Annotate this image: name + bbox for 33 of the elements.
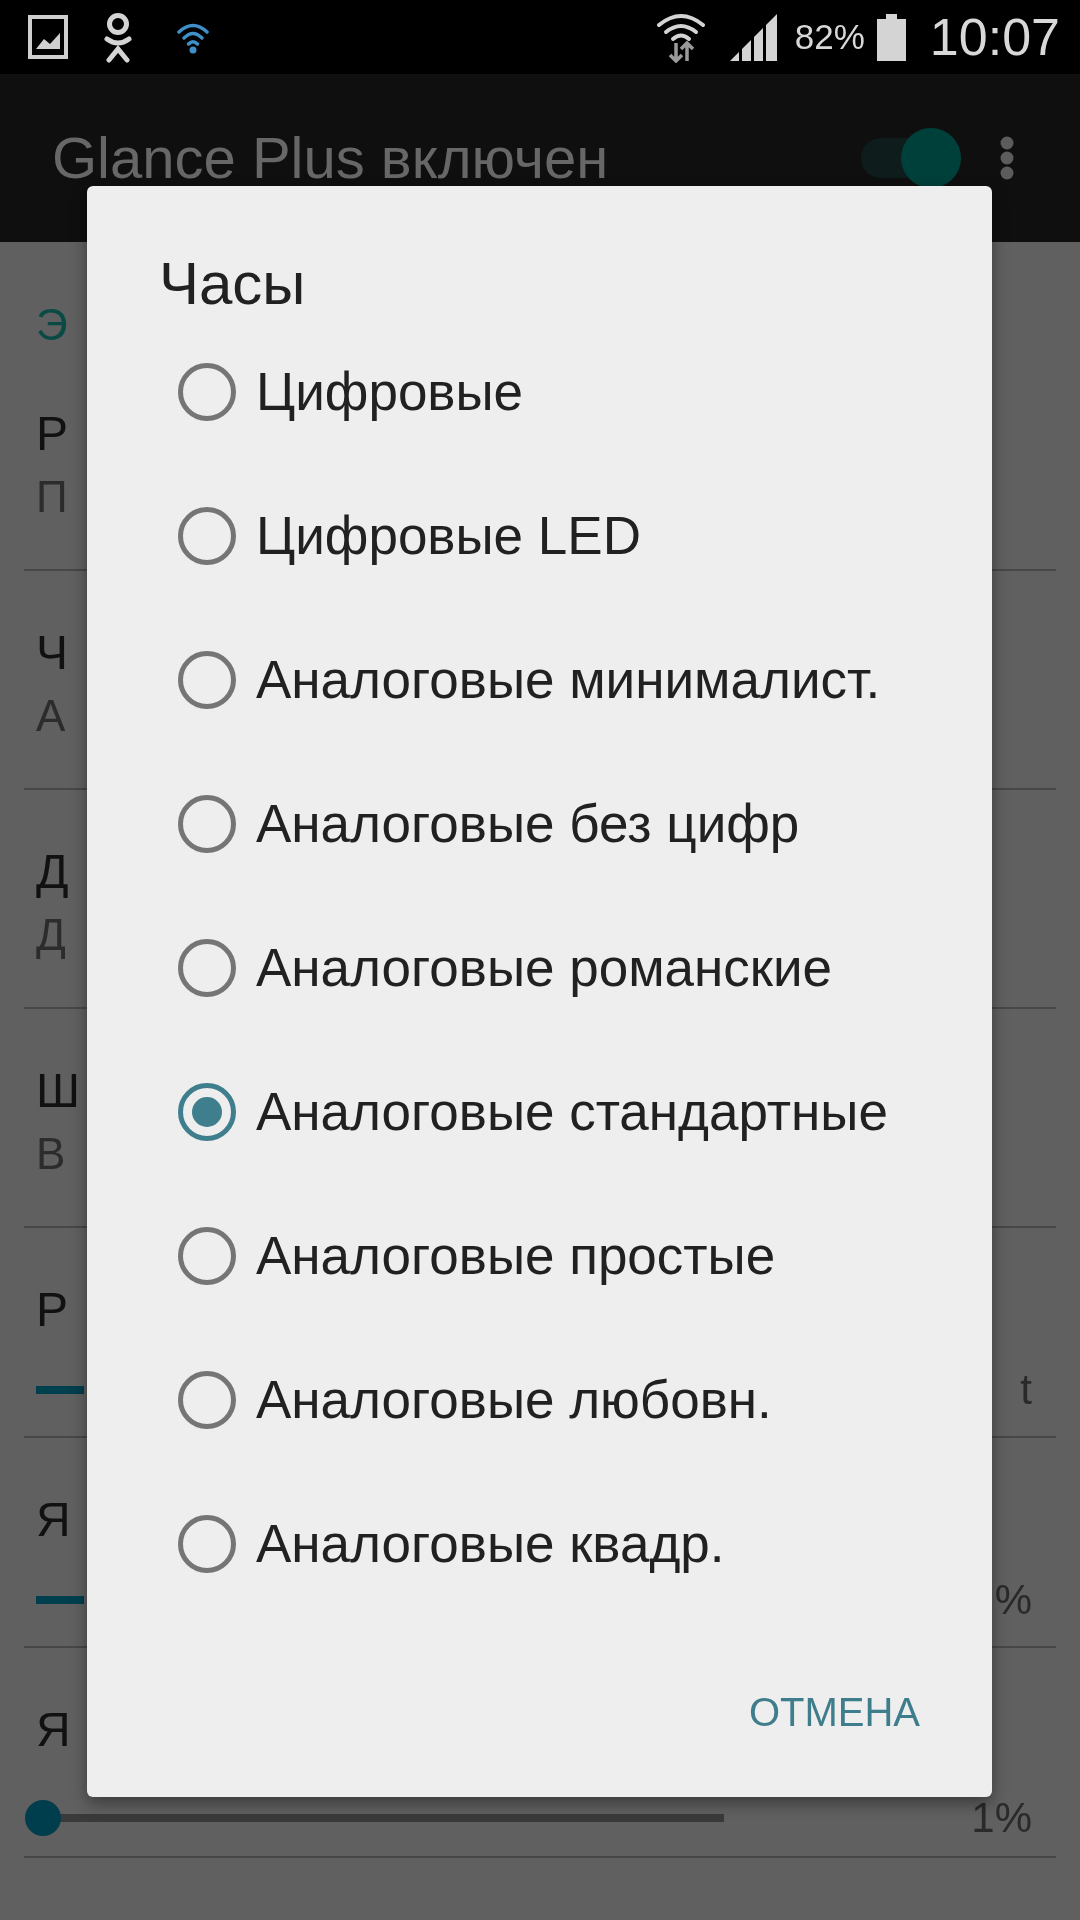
wifi-arrows-icon — [655, 11, 706, 63]
radio-option[interactable]: Аналоговые любовн. — [87, 1328, 992, 1472]
battery-percentage: 82% — [794, 17, 865, 57]
setting-title: Я — [36, 1492, 71, 1548]
cancel-button[interactable]: ОТМЕНА — [724, 1658, 944, 1766]
radio-option[interactable]: Аналоговые романские — [87, 896, 992, 1040]
signal-bars-icon — [729, 13, 777, 61]
slider-thumb[interactable] — [24, 1800, 61, 1836]
more-options-icon[interactable] — [1000, 136, 1014, 180]
radio-option[interactable]: Аналоговые стандартные — [87, 1040, 992, 1184]
setting-title: Д — [36, 844, 69, 900]
image-icon — [28, 15, 68, 59]
setting-title: Я — [36, 1702, 71, 1758]
ring-figure-icon — [103, 11, 133, 63]
dialog-title: Часы — [159, 249, 306, 319]
setting-value: % — [994, 1578, 1032, 1622]
radio-option[interactable]: Аналоговые минималист. — [87, 608, 992, 752]
section-header: Э — [36, 300, 68, 350]
radio-option[interactable]: Аналоговые без цифр — [87, 752, 992, 896]
slider-track[interactable] — [36, 1596, 84, 1604]
radio-option[interactable]: Цифровые — [87, 320, 992, 464]
setting-title: Р — [36, 406, 68, 462]
setting-title: Ч — [36, 625, 68, 681]
app-bar-title: Glance Plus включен — [52, 125, 609, 191]
setting-title: Р — [36, 1282, 68, 1338]
clock-time: 10:07 — [929, 8, 1060, 66]
setting-title: Ш — [36, 1063, 80, 1119]
radio-option[interactable]: Аналоговые квадр. — [87, 1472, 992, 1616]
toggle-switch[interactable] — [861, 128, 961, 188]
radio-option[interactable]: Цифровые LED — [87, 464, 992, 608]
slider-track[interactable] — [36, 1386, 84, 1394]
radio-option[interactable]: Аналоговые простые — [87, 1184, 992, 1328]
battery-icon — [876, 13, 906, 61]
